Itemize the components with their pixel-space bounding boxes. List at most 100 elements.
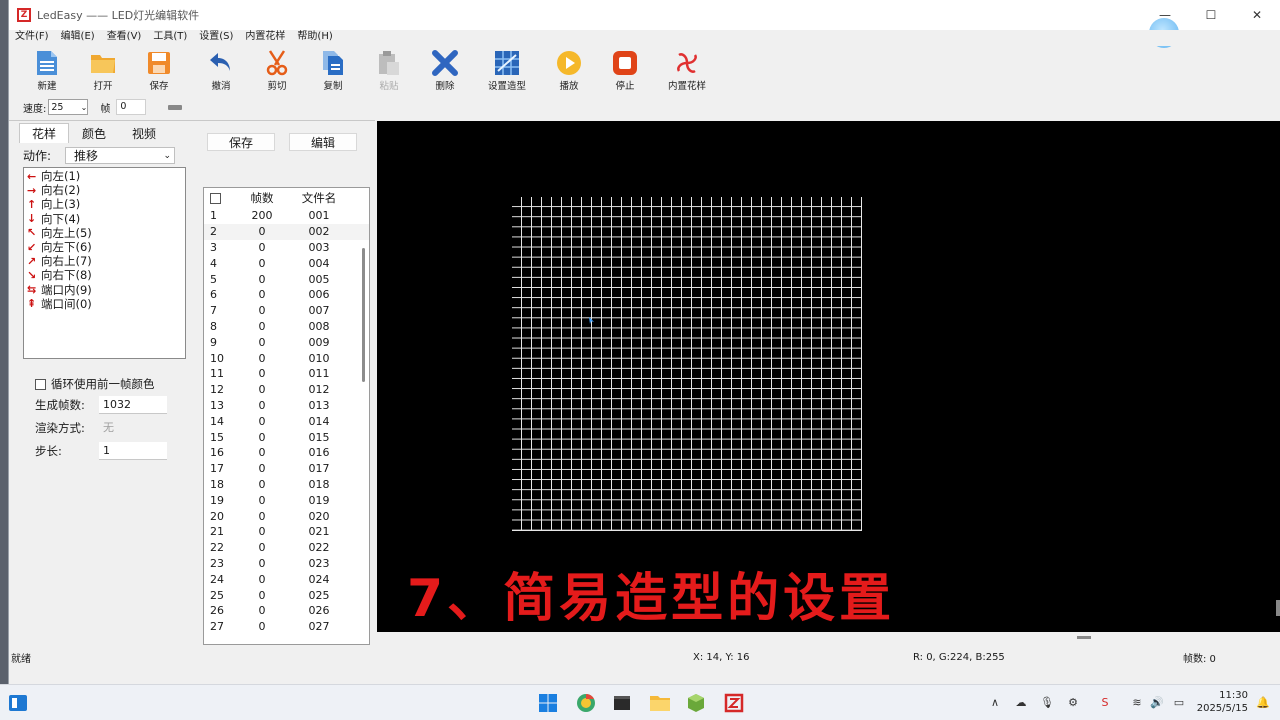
menu-view[interactable]: 查看(V) [101, 30, 148, 46]
right-edge-scrollbar[interactable] [1276, 600, 1280, 616]
table-row[interactable]: 25 0 025 [204, 587, 369, 603]
table-row[interactable]: 5 0 005 [204, 271, 369, 287]
list-item[interactable]: ↓ 向下(4) [24, 212, 185, 226]
delete-button[interactable]: 删除 [417, 46, 473, 96]
table-row[interactable]: 12 0 012 [204, 382, 369, 398]
list-item[interactable]: ← 向左(1) [24, 169, 185, 183]
table-row[interactable]: 1 200 001 [204, 208, 369, 224]
list-item[interactable]: ⇞ 端口间(0) [24, 297, 185, 311]
header-filename[interactable]: 文件名 [284, 190, 354, 206]
table-row[interactable]: 20 0 020 [204, 508, 369, 524]
table-row[interactable]: 11 0 011 [204, 366, 369, 382]
app-cube-icon[interactable] [684, 691, 708, 715]
frame-table-scrollbar[interactable] [362, 248, 365, 382]
frames-input[interactable]: 1032 [99, 396, 167, 414]
table-row[interactable]: 14 0 014 [204, 413, 369, 429]
system-clock[interactable]: 11:30 2025/5/15 [1196, 689, 1248, 715]
open-button[interactable]: 打开 [75, 46, 131, 96]
table-row[interactable]: 6 0 006 [204, 287, 369, 303]
list-item[interactable]: → 向右(2) [24, 183, 185, 197]
header-frames[interactable]: 帧数 [240, 190, 284, 206]
table-row[interactable]: 13 0 013 [204, 398, 369, 414]
menu-file[interactable]: 文件(F) [9, 30, 55, 46]
security-icon[interactable]: S [1096, 693, 1114, 711]
table-row[interactable]: 19 0 019 [204, 492, 369, 508]
table-row[interactable]: 23 0 023 [204, 556, 369, 572]
table-row[interactable]: 15 0 015 [204, 429, 369, 445]
table-row[interactable]: 18 0 018 [204, 477, 369, 493]
list-item[interactable]: ↗ 向右上(7) [24, 254, 185, 268]
list-item[interactable]: ↖ 向左上(5) [24, 226, 185, 240]
copilot-icon[interactable] [574, 691, 598, 715]
terminal-icon[interactable] [610, 691, 634, 715]
undo-button[interactable]: 撤消 [193, 46, 249, 96]
tab-pattern[interactable]: 花样 [19, 123, 69, 143]
menu-builtin-patterns[interactable]: 内置花样 [239, 30, 291, 46]
set-shape-button[interactable]: 设置造型 [473, 46, 541, 96]
stop-button[interactable]: 停止 [597, 46, 653, 96]
network-cloud-icon[interactable]: ☁ [1012, 693, 1030, 711]
table-row[interactable]: 10 0 010 [204, 350, 369, 366]
frame-input[interactable]: 0 [116, 99, 147, 115]
table-row[interactable]: 3 0 003 [204, 240, 369, 256]
step-input[interactable]: 1 [99, 442, 167, 460]
list-item[interactable]: ↘ 向右下(8) [24, 268, 185, 282]
menu-tools[interactable]: 工具(T) [147, 30, 193, 46]
menu-edit[interactable]: 编辑(E) [55, 30, 101, 46]
table-row[interactable]: 8 0 008 [204, 319, 369, 335]
ledeasy-taskbar-icon[interactable] [722, 691, 746, 715]
wifi-icon[interactable]: ≋ [1128, 693, 1146, 711]
led-canvas[interactable]: 7、简易造型的设置 [377, 121, 1280, 632]
table-row[interactable]: 26 0 026 [204, 603, 369, 619]
chevron-up-icon[interactable]: ∧ [986, 693, 1004, 711]
app-window: Z LedEasy —— LED灯光编辑软件 — ☐ ✕ 文件(F) 编辑(E)… [8, 0, 1280, 684]
action-select[interactable]: 推移 ⌄ [65, 147, 176, 164]
widgets-icon[interactable] [6, 691, 30, 715]
save-button[interactable]: 保存 [207, 133, 275, 151]
row-index: 2 [210, 225, 217, 239]
menu-help[interactable]: 帮助(H) [291, 30, 338, 46]
clock-date: 2025/5/15 [1196, 703, 1248, 714]
table-row[interactable]: 21 0 021 [204, 524, 369, 540]
speed-select[interactable]: 25 ⌄ [48, 99, 89, 115]
notification-bell-icon[interactable]: 🔔 [1254, 693, 1272, 711]
speed-value: 25 [51, 101, 64, 113]
paste-button[interactable]: 粘贴 [361, 46, 417, 96]
start-button-icon[interactable] [536, 691, 560, 715]
tab-color[interactable]: 颜色 [69, 123, 119, 143]
builtin-pattern-button[interactable]: 内置花样 [653, 46, 721, 96]
list-item[interactable]: ↙ 向左下(6) [24, 240, 185, 254]
table-row[interactable]: 27 0 027 [204, 619, 369, 635]
battery-icon[interactable]: ▭ [1170, 693, 1188, 711]
table-row[interactable]: 24 0 024 [204, 571, 369, 587]
cut-button[interactable]: 剪切 [249, 46, 305, 96]
table-row[interactable]: 4 0 004 [204, 255, 369, 271]
table-row[interactable]: 7 0 007 [204, 303, 369, 319]
file-explorer-icon[interactable] [648, 691, 672, 715]
new-button[interactable]: 新建 [19, 46, 75, 96]
volume-icon[interactable]: 🔊 [1148, 693, 1166, 711]
table-row[interactable]: 22 0 022 [204, 540, 369, 556]
led-grid[interactable] [512, 197, 862, 531]
table-row[interactable]: 2 0 002 [204, 223, 369, 240]
close-button[interactable]: ✕ [1234, 0, 1280, 30]
loop-color-checkbox[interactable] [35, 378, 46, 390]
save-tool-button[interactable]: 保存 [131, 46, 187, 96]
select-all-checkbox[interactable] [210, 192, 221, 204]
edit-button[interactable]: 编辑 [289, 133, 357, 151]
table-row[interactable]: 9 0 009 [204, 334, 369, 350]
play-button[interactable]: 播放 [541, 46, 597, 96]
loop-color-option[interactable]: 循环使用前一帧颜色 [35, 376, 155, 392]
gear-icon[interactable]: ⚙ [1064, 693, 1082, 711]
splitter-grip-handle[interactable] [1077, 636, 1091, 639]
tab-video[interactable]: 视频 [119, 123, 169, 143]
toolbar-grip-handle[interactable] [168, 104, 183, 110]
microphone-icon[interactable]: 🎙 [1038, 693, 1056, 711]
list-item[interactable]: ⇆ 端口内(9) [24, 283, 185, 297]
copy-button[interactable]: 复制 [305, 46, 361, 96]
menu-settings[interactable]: 设置(S) [193, 30, 239, 46]
maximize-button[interactable]: ☐ [1188, 0, 1234, 30]
table-row[interactable]: 16 0 016 [204, 445, 369, 461]
list-item[interactable]: ↑ 向上(3) [24, 197, 185, 211]
table-row[interactable]: 17 0 017 [204, 461, 369, 477]
